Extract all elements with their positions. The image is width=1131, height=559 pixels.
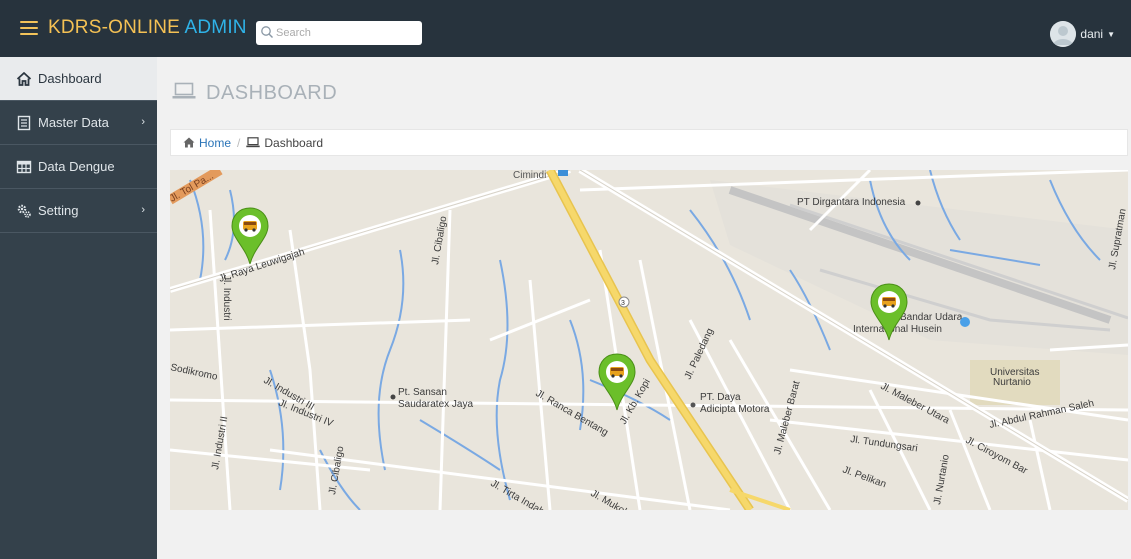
gears-icon (16, 203, 32, 219)
laptop-icon (246, 137, 261, 148)
home-icon (16, 71, 32, 87)
laptop-icon (172, 82, 196, 105)
sidebar-item-label: Data Dengue (38, 159, 115, 174)
page-title-text: DASHBOARD (206, 81, 338, 104)
sidebar: Dashboard Master Data › Data Dengue Sett… (0, 57, 157, 559)
map-label: Saudaratex Jaya (398, 399, 473, 410)
sidebar-item-label: Dashboard (38, 71, 102, 86)
username: dani (1080, 27, 1104, 41)
breadcrumb: Home / Dashboard (170, 129, 1128, 156)
sidebar-item-label: Master Data (38, 115, 109, 130)
table-icon (16, 159, 32, 175)
map-label: Adicipta Motora (700, 404, 770, 415)
poi-dot-icon (690, 402, 696, 408)
top-navbar: KDRS-ONLINE ADMIN dani ▼ (0, 0, 1131, 57)
transit-station-icon (558, 170, 568, 176)
map-label: Jl. Industri (221, 275, 232, 321)
brand-text-secondary: ADMIN (180, 17, 247, 38)
map-label: Bandar Udara (900, 312, 963, 323)
page-title: DASHBOARD (172, 80, 337, 106)
sidebar-item-dashboard[interactable]: Dashboard (0, 57, 157, 101)
chevron-right-icon: › (141, 204, 145, 216)
document-icon (16, 115, 32, 131)
user-avatar-icon (1050, 21, 1077, 47)
chevron-right-icon: › (141, 116, 145, 128)
avatar[interactable] (1050, 21, 1077, 47)
home-icon (183, 137, 195, 148)
map-label: International Husein (853, 324, 942, 335)
search-box (256, 21, 422, 45)
map-canvas[interactable]: Cimindi Jl. Tol Pa... Jl. Raya Leuwigaja… (170, 170, 1128, 510)
breadcrumb-home-label: Home (199, 135, 232, 150)
breadcrumb-home-link[interactable]: Home (183, 136, 231, 150)
poi-dot-icon (390, 394, 396, 400)
map-label: Nurtanio (993, 377, 1031, 388)
sidebar-item-label: Setting (38, 203, 79, 218)
sidebar-item-master-data[interactable]: Master Data › (0, 101, 157, 145)
user-menu[interactable]: dani ▼ (1050, 21, 1115, 47)
caret-down-icon: ▼ (1107, 29, 1115, 39)
route-number: 3 (621, 300, 625, 307)
map-label: Cimindi (513, 170, 546, 181)
brand-text-primary: KDRS-ONLINE (48, 17, 181, 38)
map-view[interactable]: Cimindi Jl. Tol Pa... Jl. Raya Leuwigaja… (170, 170, 1128, 510)
map-label: PT Dirgantara Indonesia (797, 197, 906, 208)
breadcrumb-current: Dashboard (246, 136, 323, 150)
airport-icon (960, 317, 970, 327)
sidebar-item-setting[interactable]: Setting › (0, 189, 157, 233)
search-icon (261, 26, 273, 38)
breadcrumb-separator: / (237, 135, 241, 150)
brand-logo[interactable]: KDRS-ONLINE ADMIN (48, 17, 247, 39)
menu-toggle-icon[interactable] (20, 17, 38, 37)
search-input[interactable] (276, 21, 418, 45)
poi-dot-icon (915, 200, 921, 206)
map-label: PT. Daya (700, 392, 741, 403)
breadcrumb-current-label: Dashboard (264, 135, 324, 150)
map-label: Pt. Sansan (398, 387, 447, 398)
sidebar-item-data-dengue[interactable]: Data Dengue (0, 145, 157, 189)
